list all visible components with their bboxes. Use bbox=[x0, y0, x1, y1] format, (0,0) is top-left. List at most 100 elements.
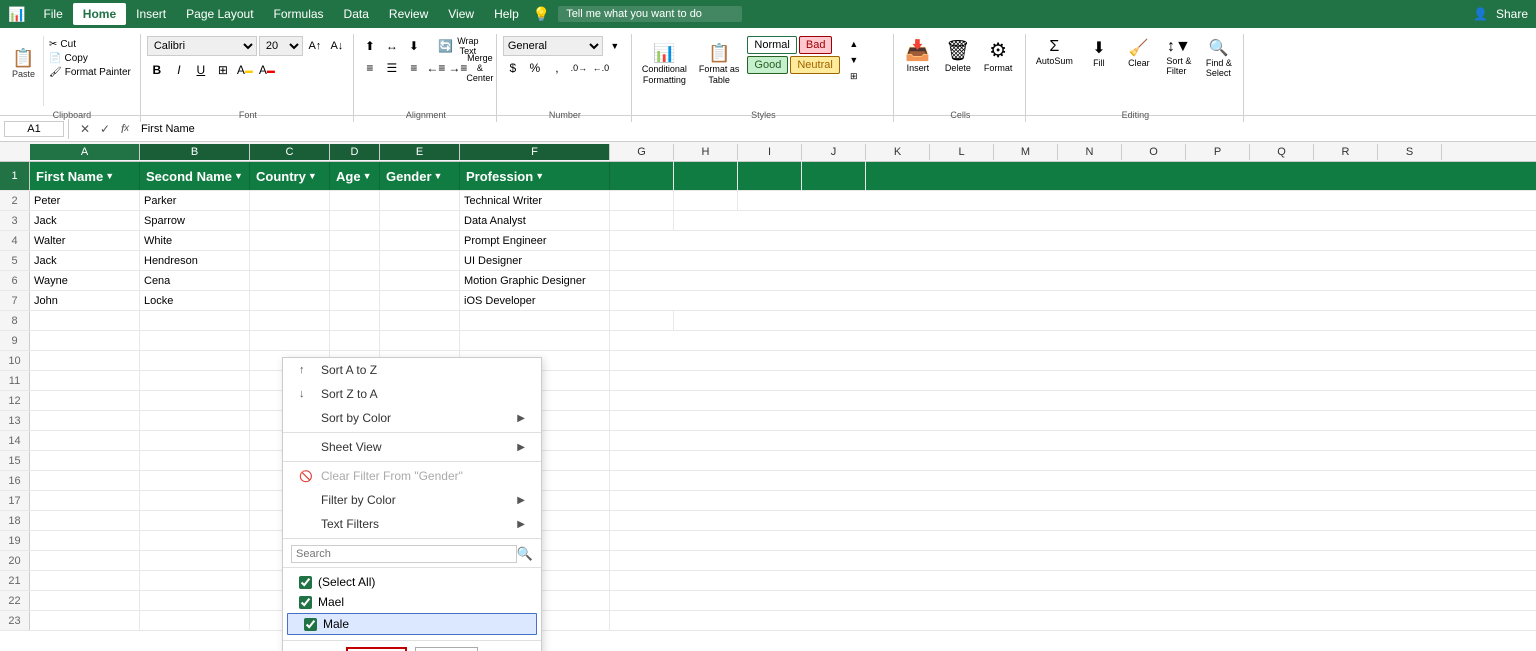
male-checkbox[interactable] bbox=[304, 618, 317, 631]
filter-btn-c[interactable]: ▼ bbox=[308, 171, 317, 181]
grid-cell-f2[interactable]: Technical Writer bbox=[460, 191, 610, 210]
grid-cell-a5[interactable]: Jack bbox=[30, 251, 140, 270]
copy-button[interactable]: 📄 Copy bbox=[46, 52, 134, 65]
col-header-f[interactable]: F bbox=[460, 144, 610, 160]
menu-item-page-layout[interactable]: Page Layout bbox=[176, 3, 263, 25]
increase-decimal-button[interactable]: .0→ bbox=[569, 58, 589, 78]
orientation-button[interactable]: 🔄 bbox=[436, 36, 456, 56]
grid-cell-b7[interactable]: Locke bbox=[140, 291, 250, 310]
col-header-b[interactable]: B bbox=[140, 144, 250, 160]
col-header-p[interactable]: P bbox=[1186, 144, 1250, 160]
decrease-font-button[interactable]: A↓ bbox=[327, 36, 347, 56]
confirm-formula-icon[interactable]: ✓ bbox=[97, 121, 113, 137]
filter-btn-a[interactable]: ▼ bbox=[105, 171, 114, 181]
share-button[interactable]: 👤 Share bbox=[1473, 7, 1528, 21]
text-filters-item[interactable]: Text Filters ▶ bbox=[283, 512, 541, 536]
grid-cell-a7[interactable]: John bbox=[30, 291, 140, 310]
menu-item-help[interactable]: Help bbox=[484, 3, 529, 25]
decrease-indent-button[interactable]: ←≡ bbox=[426, 58, 446, 78]
mael-checkbox[interactable] bbox=[299, 596, 312, 609]
col-header-n[interactable]: N bbox=[1058, 144, 1122, 160]
grid-cell-e4[interactable] bbox=[380, 231, 460, 250]
grid-cell-f6[interactable]: Motion Graphic Designer bbox=[460, 271, 610, 290]
cut-button[interactable]: ✂ Cut bbox=[46, 38, 134, 51]
col-header-a[interactable]: A bbox=[30, 144, 140, 160]
grid-cell-f1[interactable]: Profession ▼ bbox=[460, 162, 610, 190]
grid-cell-e7[interactable] bbox=[380, 291, 460, 310]
filter-ok-button[interactable]: OK bbox=[346, 647, 407, 651]
align-right-button[interactable]: ≡ bbox=[404, 58, 424, 78]
grid-cell-c3[interactable] bbox=[250, 211, 330, 230]
grid-cell-c4[interactable] bbox=[250, 231, 330, 250]
styles-scroll-up[interactable]: ▲ bbox=[844, 36, 864, 52]
merge-center-button[interactable]: Merge & Center bbox=[470, 58, 490, 78]
grid-cell-d6[interactable] bbox=[330, 271, 380, 290]
styles-expand[interactable]: ⊞ bbox=[844, 68, 864, 84]
font-color-button[interactable]: A▬ bbox=[257, 60, 277, 80]
find-select-button[interactable]: 🔍 Find & Select bbox=[1201, 36, 1237, 80]
bold-button[interactable]: B bbox=[147, 60, 167, 80]
grid-cell-d1[interactable]: Age ▼ bbox=[330, 162, 380, 190]
currency-button[interactable]: $ bbox=[503, 58, 523, 78]
style-bad-item[interactable]: Bad bbox=[799, 36, 833, 54]
grid-cell-f5[interactable]: UI Designer bbox=[460, 251, 610, 270]
grid-cell-c1[interactable]: Country ▼ bbox=[250, 162, 330, 190]
underline-button[interactable]: U bbox=[191, 60, 211, 80]
format-cells-button[interactable]: ⚙ Format bbox=[980, 36, 1017, 75]
sort-z-to-a-item[interactable]: ↓ Sort Z to A bbox=[283, 382, 541, 406]
grid-cell-f4[interactable]: Prompt Engineer bbox=[460, 231, 610, 250]
grid-cell-c7[interactable] bbox=[250, 291, 330, 310]
sort-a-to-z-item[interactable]: ↑ Sort A to Z bbox=[283, 358, 541, 382]
clear-filter-item[interactable]: 🚫 Clear Filter From "Gender" bbox=[283, 464, 541, 488]
formula-input[interactable] bbox=[137, 123, 1532, 135]
sort-by-color-item[interactable]: Sort by Color ▶ bbox=[283, 406, 541, 430]
grid-cell-a3[interactable]: Jack bbox=[30, 211, 140, 230]
filter-by-color-item[interactable]: Filter by Color ▶ bbox=[283, 488, 541, 512]
grid-cell-d3[interactable] bbox=[330, 211, 380, 230]
col-header-g[interactable]: G bbox=[610, 144, 674, 160]
col-header-m[interactable]: M bbox=[994, 144, 1058, 160]
fill-button[interactable]: ⬇ Fill bbox=[1081, 36, 1117, 80]
grid-cell-d7[interactable] bbox=[330, 291, 380, 310]
grid-cell-a2[interactable]: Peter bbox=[30, 191, 140, 210]
grid-cell-a1[interactable]: First Name ▼ bbox=[30, 162, 140, 190]
cell-reference-box[interactable] bbox=[4, 121, 64, 137]
style-neutral-item[interactable]: Neutral bbox=[790, 56, 839, 74]
clear-button[interactable]: 🧹 Clear bbox=[1121, 36, 1157, 80]
italic-button[interactable]: I bbox=[169, 60, 189, 80]
format-as-table-button[interactable]: 📋 Format as Table bbox=[695, 36, 744, 92]
col-header-i[interactable]: I bbox=[738, 144, 802, 160]
paste-button[interactable]: 📋 Paste bbox=[8, 38, 39, 90]
font-name-select[interactable]: Calibri bbox=[147, 36, 257, 56]
menu-item-view[interactable]: View bbox=[438, 3, 484, 25]
grid-cell-e1[interactable]: Gender ▼ bbox=[380, 162, 460, 190]
align-middle-button[interactable]: ↔ bbox=[382, 36, 402, 56]
filter-select-all-item[interactable]: (Select All) bbox=[283, 572, 541, 592]
sort-filter-button[interactable]: ↕▼ Sort & Filter bbox=[1161, 36, 1197, 80]
grid-cell-f7[interactable]: iOS Developer bbox=[460, 291, 610, 310]
grid-cell-a4[interactable]: Walter bbox=[30, 231, 140, 250]
col-header-q[interactable]: Q bbox=[1250, 144, 1314, 160]
border-button[interactable]: ⊞ bbox=[213, 60, 233, 80]
select-all-checkbox[interactable] bbox=[299, 576, 312, 589]
grid-cell-e5[interactable] bbox=[380, 251, 460, 270]
grid-cell-b1[interactable]: Second Name ▼ bbox=[140, 162, 250, 190]
filter-btn-b[interactable]: ▼ bbox=[234, 171, 243, 181]
col-header-d[interactable]: D bbox=[330, 144, 380, 160]
style-good-item[interactable]: Good bbox=[747, 56, 788, 74]
grid-cell-d5[interactable] bbox=[330, 251, 380, 270]
align-top-button[interactable]: ⬆ bbox=[360, 36, 380, 56]
filter-male-item[interactable]: Male bbox=[287, 613, 537, 635]
format-painter-button[interactable]: 🖌 Format Painter bbox=[46, 66, 134, 79]
align-left-button[interactable]: ≡ bbox=[360, 58, 380, 78]
sheet-view-item[interactable]: Sheet View ▶ bbox=[283, 435, 541, 459]
increase-indent-button[interactable]: →≡ bbox=[448, 58, 468, 78]
fill-color-button[interactable]: A▬ bbox=[235, 60, 255, 80]
conditional-formatting-button[interactable]: 📊 Conditional Formatting bbox=[638, 36, 691, 92]
grid-cell-b3[interactable]: Sparrow bbox=[140, 211, 250, 230]
insert-function-icon[interactable]: fx bbox=[117, 121, 133, 137]
grid-cell-a6[interactable]: Wayne bbox=[30, 271, 140, 290]
increase-font-button[interactable]: A↑ bbox=[305, 36, 325, 56]
grid-cell-e6[interactable] bbox=[380, 271, 460, 290]
grid-cell-e3[interactable] bbox=[380, 211, 460, 230]
